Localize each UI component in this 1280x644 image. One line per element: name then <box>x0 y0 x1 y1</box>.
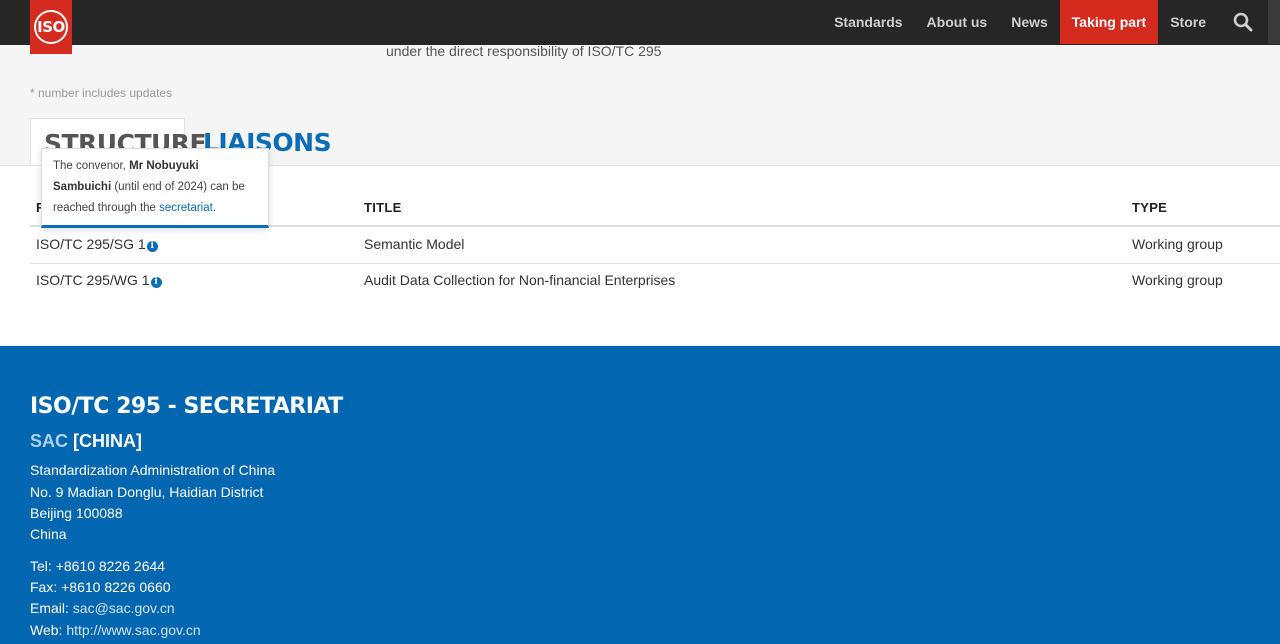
column-header-title[interactable]: TITLE <box>364 200 402 215</box>
footnote: * number includes updates <box>30 86 173 100</box>
fax-line: Fax: +8610 8226 0660 <box>30 579 171 595</box>
row-divider <box>30 263 1280 264</box>
email-link[interactable]: sac@sac.gov.cn <box>73 600 175 616</box>
reference-link[interactable]: ISO/TC 295/SG 1 <box>36 236 146 252</box>
tooltip-suffix: . <box>212 202 217 214</box>
main-nav: Standards About us News Taking part Stor… <box>822 0 1280 45</box>
table-row-1-type: Working group <box>1132 236 1223 252</box>
secretariat-footer: ISO/TC 295 - SECRETARIAT SAC [CHINA] Sta… <box>0 346 1280 644</box>
convenor-tooltip: The convenor, Mr Nobuyuki Sambuichi (unt… <box>41 148 269 228</box>
table-row-2-title: Audit Data Collection for Non-financial … <box>364 272 676 288</box>
tooltip-prefix: The convenor, <box>53 160 130 172</box>
web-link[interactable]: http://www.sac.gov.cn <box>66 622 200 638</box>
iso-logo[interactable]: ISO <box>30 0 72 54</box>
logo-text: ISO <box>34 10 68 44</box>
tel-value: +8610 8226 2644 <box>55 558 166 574</box>
nav-store[interactable]: Store <box>1158 0 1218 44</box>
search-icon <box>1233 12 1253 32</box>
org-country: [CHINA] <box>68 431 143 451</box>
nav-about-us[interactable]: About us <box>915 0 1000 44</box>
web-label: Web: <box>30 622 67 638</box>
table-row-2-reference[interactable]: ISO/TC 295/WG 1i <box>36 272 162 288</box>
secretariat-org: SAC [CHINA] <box>30 431 142 452</box>
search-button[interactable] <box>1218 0 1268 44</box>
fax-value: +8610 8226 0660 <box>61 579 171 595</box>
nav-edge <box>1268 0 1280 44</box>
address-line-4: China <box>30 526 67 542</box>
info-icon[interactable]: i <box>150 277 162 288</box>
org-acronym[interactable]: SAC <box>30 431 68 451</box>
address-line-2: No. 9 Madian Donglu, Haidian District <box>30 484 264 500</box>
table-row-1-reference[interactable]: ISO/TC 295/SG 1i <box>36 236 158 252</box>
email-line: Email: sac@sac.gov.cn <box>30 600 175 616</box>
info-icon[interactable]: i <box>146 241 158 252</box>
reference-link[interactable]: ISO/TC 295/WG 1 <box>36 272 150 288</box>
nav-standards[interactable]: Standards <box>822 0 914 44</box>
nav-news[interactable]: News <box>999 0 1060 44</box>
table-row-2-type: Working group <box>1132 272 1223 288</box>
address-line-1: Standardization Administration of China <box>30 462 276 478</box>
email-label: Email: <box>30 600 73 616</box>
tel-line: Tel: +8610 8226 2644 <box>30 558 165 574</box>
column-header-type[interactable]: TYPE <box>1132 200 1167 215</box>
table-row-1-title: Semantic Model <box>364 236 465 252</box>
tel-label: Tel: <box>30 558 56 574</box>
secretariat-title: ISO/TC 295 - SECRETARIAT <box>30 394 343 419</box>
responsibility-text: under the direct responsibility of ISO/T… <box>386 43 662 59</box>
web-line: Web: http://www.sac.gov.cn <box>30 622 201 638</box>
secretariat-link[interactable]: secretariat <box>159 202 213 214</box>
nav-taking-part[interactable]: Taking part <box>1059 0 1159 44</box>
address-line-3: Beijing 100088 <box>30 505 123 521</box>
top-navbar: ISO Standards About us News Taking part … <box>0 0 1280 54</box>
fax-label: Fax: <box>30 579 62 595</box>
